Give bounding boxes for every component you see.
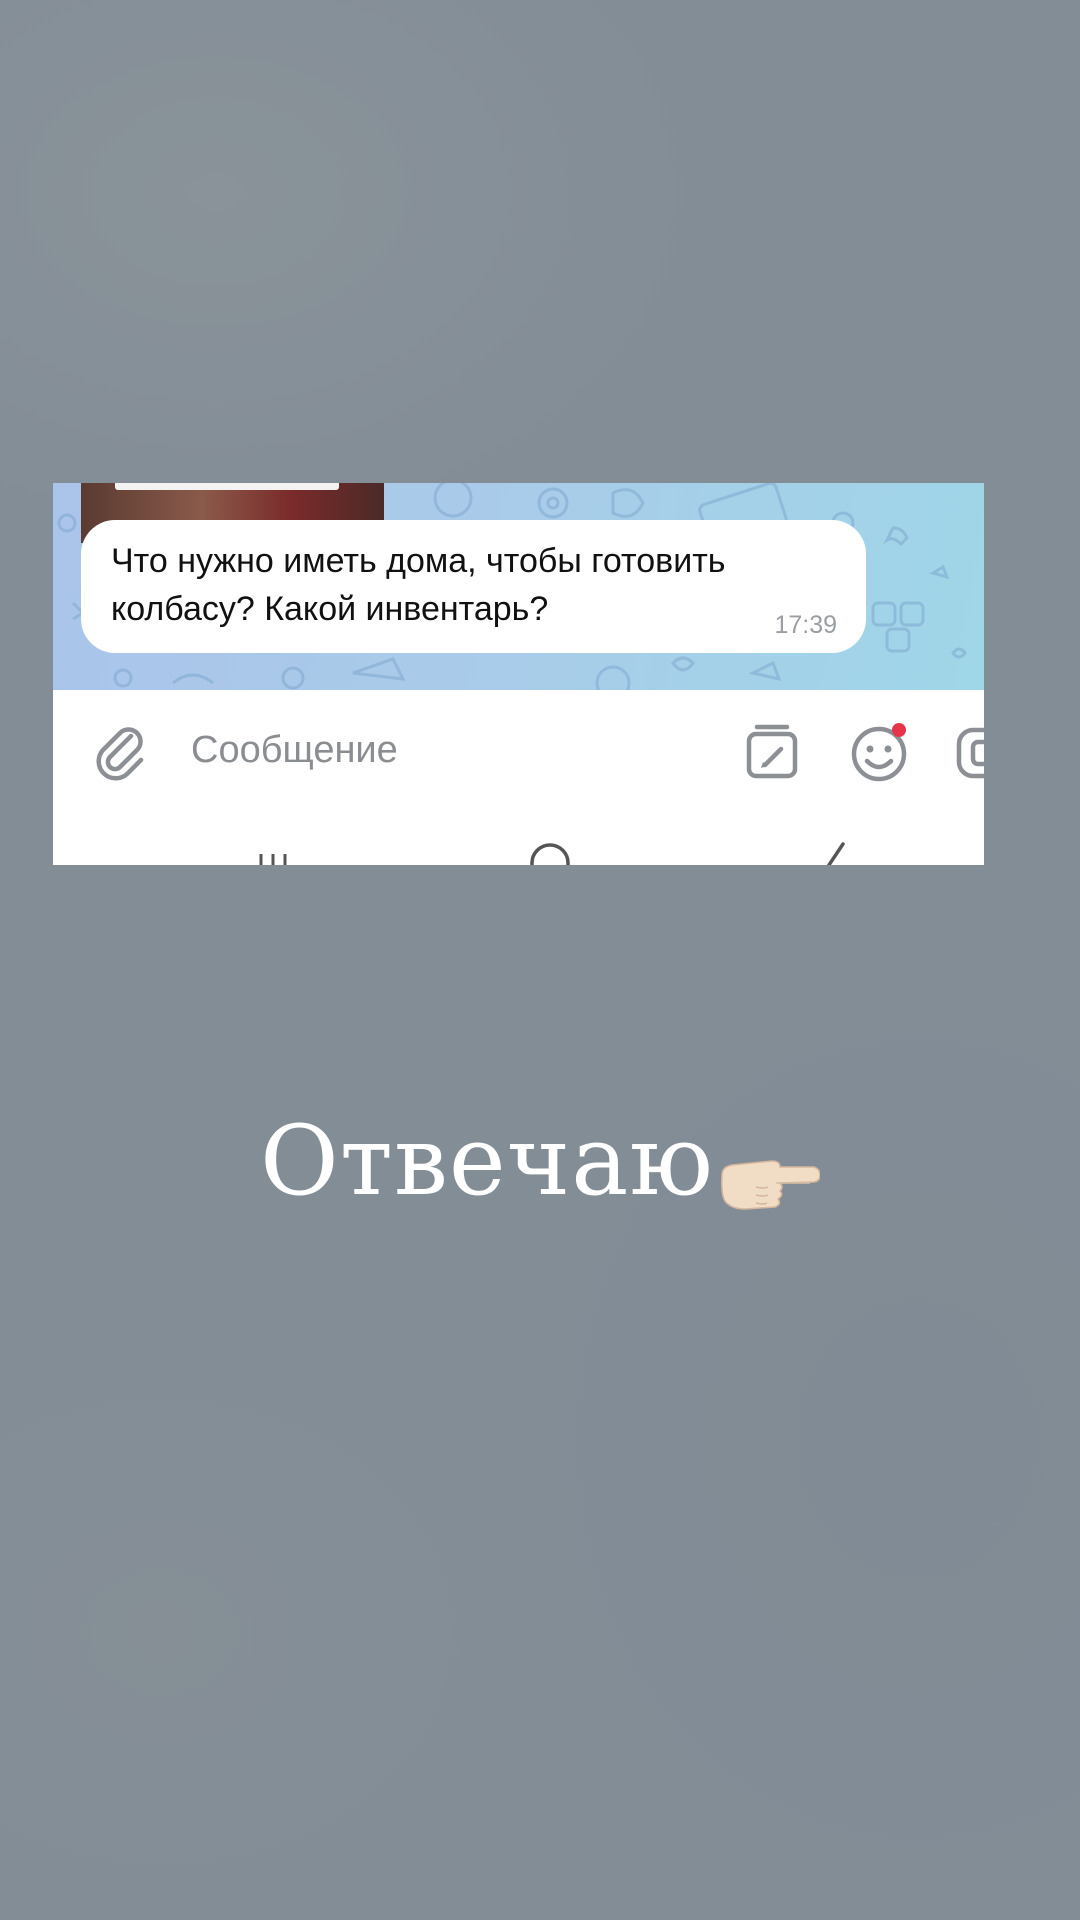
emoji-icon[interactable] xyxy=(849,720,913,784)
message-composer xyxy=(53,690,984,865)
story-caption: Отвечаю xyxy=(0,1105,1080,1217)
microphone-icon[interactable] xyxy=(953,720,984,784)
message-text: Что нужно иметь дома, чтобы готовить кол… xyxy=(111,542,726,628)
photo-caption-strip xyxy=(115,483,339,490)
chat-screenshot: Что нужно иметь дома, чтобы готовить кол… xyxy=(53,483,984,865)
message-bubble[interactable]: Что нужно иметь дома, чтобы готовить кол… xyxy=(81,520,866,653)
message-time: 17:39 xyxy=(774,611,837,639)
recent-apps-icon[interactable] xyxy=(253,850,293,865)
chat-wallpaper: Что нужно иметь дома, чтобы готовить кол… xyxy=(53,483,984,690)
paperclip-icon[interactable] xyxy=(91,720,153,782)
message-input[interactable] xyxy=(191,718,751,782)
back-icon[interactable] xyxy=(813,840,853,865)
bot-commands-icon[interactable] xyxy=(743,722,803,782)
caption-text: Отвечаю xyxy=(260,1105,714,1217)
pointing-hand-icon xyxy=(716,1130,821,1210)
home-icon[interactable] xyxy=(527,843,573,865)
background xyxy=(0,0,1080,1920)
